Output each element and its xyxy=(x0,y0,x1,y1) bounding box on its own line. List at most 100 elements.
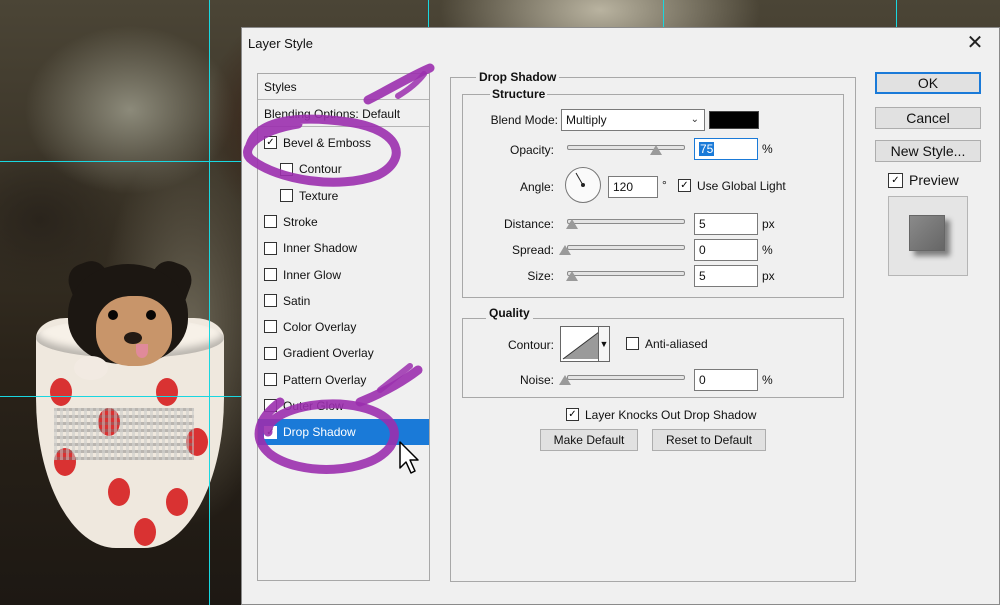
close-button[interactable]: ✕ xyxy=(963,32,987,54)
polka-dot xyxy=(108,478,130,506)
style-item-label: Satin xyxy=(283,293,311,308)
ok-button[interactable]: OK xyxy=(875,72,981,94)
noise-value: 0 xyxy=(699,373,706,387)
size-slider-handle[interactable] xyxy=(566,271,578,281)
style-item-checkbox[interactable] xyxy=(264,267,277,281)
spread-label: Spread: xyxy=(511,243,554,257)
drop-shadow-title: Drop Shadow xyxy=(476,70,560,84)
distance-value: 5 xyxy=(699,217,706,231)
size-slider[interactable] xyxy=(567,271,685,276)
puppy-paw xyxy=(74,356,108,380)
ok-label: OK xyxy=(917,75,939,91)
blend-mode-value: Multiply xyxy=(566,113,607,127)
style-item-checkbox[interactable] xyxy=(264,294,277,308)
use-global-light-check[interactable]: ✓ xyxy=(678,179,691,193)
chevron-down-icon: ⌄ xyxy=(690,114,699,125)
checkmark-icon: ✓ xyxy=(680,180,689,192)
distance-label: Distance: xyxy=(503,217,554,231)
spread-unit: % xyxy=(762,243,773,257)
preview-checkbox[interactable]: ✓ Preview xyxy=(888,172,959,189)
blend-mode-label: Blend Mode: xyxy=(490,113,558,127)
angle-center xyxy=(581,183,585,187)
contour-label: Contour: xyxy=(507,338,554,352)
new-style-label: New Style... xyxy=(890,143,966,159)
close-icon: ✕ xyxy=(966,32,984,54)
opacity-input[interactable]: 75 xyxy=(694,138,758,160)
polka-dot xyxy=(166,488,188,516)
checkmark-icon: ✓ xyxy=(891,174,900,186)
angle-input[interactable]: 120 xyxy=(608,176,658,198)
angle-label: Angle: xyxy=(519,180,554,194)
spread-slider[interactable] xyxy=(567,245,685,250)
noise-label: Noise: xyxy=(519,373,554,387)
style-item-checkbox[interactable] xyxy=(264,241,277,255)
style-preview xyxy=(888,196,968,276)
noise-slider-handle[interactable] xyxy=(559,375,571,385)
size-label: Size: xyxy=(527,269,554,283)
angle-value: 120 xyxy=(613,180,634,194)
make-default-button[interactable]: Make Default xyxy=(540,429,638,451)
use-global-light-checkbox[interactable]: ✓ Use Global Light xyxy=(678,179,786,193)
reset-to-default-label: Reset to Default xyxy=(665,433,753,447)
style-item-checkbox[interactable] xyxy=(264,320,277,334)
opacity-unit: % xyxy=(762,142,773,156)
anti-aliased-checkbox[interactable]: Anti-aliased xyxy=(626,337,708,351)
blend-mode-select[interactable]: Multiply ⌄ xyxy=(561,109,705,131)
anti-aliased-label: Anti-aliased xyxy=(645,337,708,351)
style-item-label: Color Overlay xyxy=(283,320,357,335)
style-item-satin[interactable]: Satin xyxy=(258,288,429,314)
noise-slider[interactable] xyxy=(567,375,685,380)
opacity-slider[interactable] xyxy=(567,145,685,150)
opacity-label: Opacity: xyxy=(509,143,554,157)
polka-dot xyxy=(156,378,178,406)
reset-to-default-button[interactable]: Reset to Default xyxy=(652,429,766,451)
spread-slider-handle[interactable] xyxy=(559,245,571,255)
style-item-label: Stroke xyxy=(283,214,318,229)
size-input[interactable]: 5 xyxy=(694,265,758,287)
style-item-label: Gradient Overlay xyxy=(283,346,374,361)
new-style-button[interactable]: New Style... xyxy=(875,140,981,162)
contour-dropdown-button[interactable]: ▼ xyxy=(598,326,610,362)
shadow-color-swatch[interactable] xyxy=(709,111,759,129)
puppy-tongue xyxy=(136,344,148,358)
dialog-title: Layer Style xyxy=(248,36,314,51)
anti-aliased-check[interactable] xyxy=(626,337,639,351)
opacity-value: 75 xyxy=(699,142,715,156)
mouse-cursor-icon xyxy=(399,441,419,474)
use-global-light-label: Use Global Light xyxy=(697,179,786,193)
layer-knocks-out-label: Layer Knocks Out Drop Shadow xyxy=(585,408,757,422)
guide-line-vertical[interactable] xyxy=(209,0,210,605)
size-value: 5 xyxy=(699,269,706,283)
watermark-texture xyxy=(54,408,194,460)
dialog-titlebar[interactable]: Layer Style ✕ xyxy=(242,28,999,60)
layer-knocks-out-checkbox[interactable]: ✓ Layer Knocks Out Drop Shadow xyxy=(566,408,756,422)
preview-label: Preview xyxy=(909,172,959,188)
style-item-checkbox[interactable] xyxy=(264,346,277,360)
cancel-label: Cancel xyxy=(906,110,950,126)
distance-input[interactable]: 5 xyxy=(694,213,758,235)
style-item-checkbox[interactable] xyxy=(264,215,277,229)
opacity-slider-handle[interactable] xyxy=(649,145,662,155)
style-item-inner-shadow[interactable]: Inner Shadow xyxy=(258,235,429,261)
size-unit: px xyxy=(762,269,775,283)
cancel-button[interactable]: Cancel xyxy=(875,107,981,129)
puppy-nose xyxy=(124,332,142,344)
checkmark-icon: ✓ xyxy=(568,409,577,421)
preview-check[interactable]: ✓ xyxy=(888,172,903,188)
style-item-stroke[interactable]: Stroke xyxy=(258,209,429,235)
polka-dot xyxy=(134,518,156,546)
style-item-label: Inner Shadow xyxy=(283,241,358,256)
distance-slider[interactable] xyxy=(567,219,685,224)
puppy-eye xyxy=(146,310,156,320)
puppy-eye xyxy=(108,310,118,320)
noise-input[interactable]: 0 xyxy=(694,369,758,391)
spread-value: 0 xyxy=(699,243,706,257)
layer-knocks-out-check[interactable]: ✓ xyxy=(566,408,579,422)
quality-title: Quality xyxy=(486,306,533,320)
spread-input[interactable]: 0 xyxy=(694,239,758,261)
distance-slider-handle[interactable] xyxy=(566,219,578,229)
preview-thumbnail xyxy=(909,215,945,251)
style-item-inner-glow[interactable]: Inner Glow xyxy=(258,262,429,288)
style-item-color-overlay[interactable]: Color Overlay xyxy=(258,314,429,340)
angle-dial[interactable] xyxy=(565,167,601,203)
